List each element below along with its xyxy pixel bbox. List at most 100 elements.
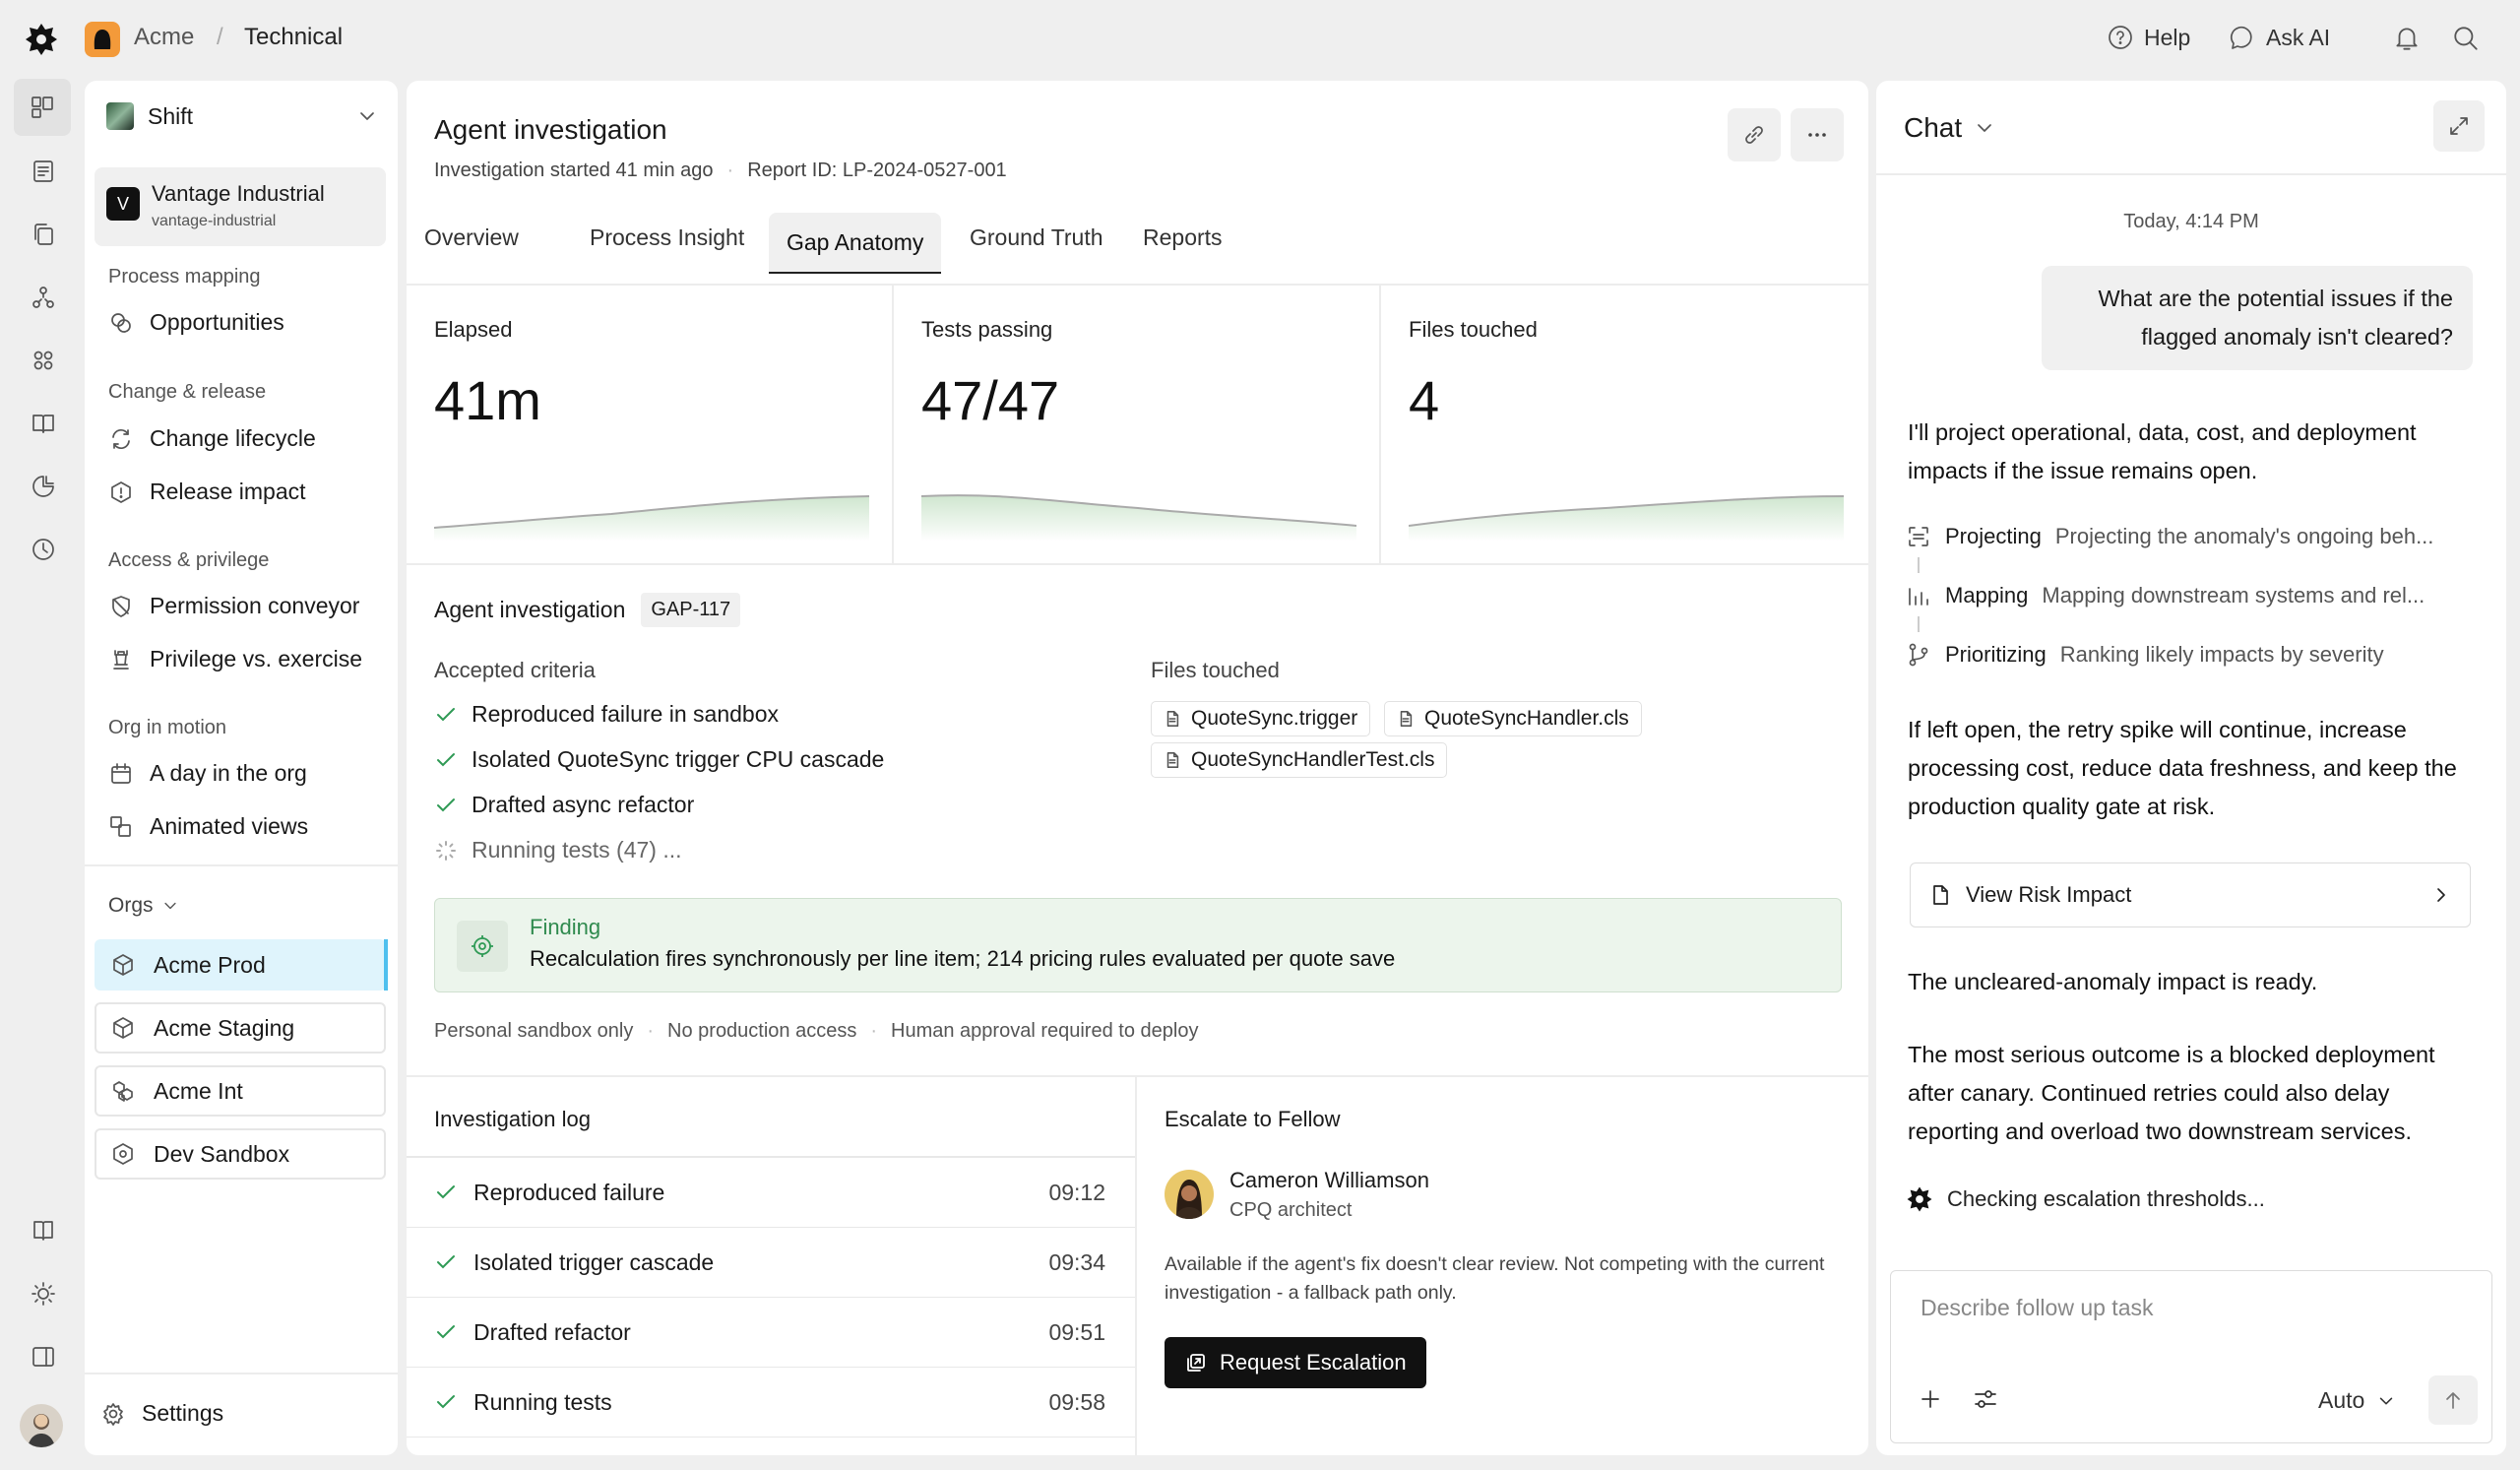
rail-copy-icon[interactable] bbox=[26, 217, 61, 252]
rail-dashboard-icon[interactable] bbox=[14, 79, 71, 136]
file-chip[interactable]: QuoteSyncHandler.cls bbox=[1384, 701, 1642, 736]
rail-list-icon[interactable] bbox=[26, 154, 61, 189]
constraint-text: Human approval required to deploy bbox=[891, 1020, 1199, 1042]
rail-sun-icon[interactable] bbox=[26, 1276, 61, 1311]
tab-ground-truth[interactable]: Ground Truth bbox=[952, 209, 1121, 266]
file-chip[interactable]: QuoteSyncHandlerTest.cls bbox=[1151, 742, 1448, 778]
expand-button[interactable] bbox=[2433, 100, 2485, 152]
rail-apps-icon[interactable] bbox=[26, 343, 61, 378]
orgs-toggle[interactable]: Orgs bbox=[108, 894, 179, 918]
chevron-right-icon bbox=[2430, 884, 2452, 906]
escalate-icon bbox=[1184, 1351, 1208, 1374]
account-avatar: V bbox=[106, 187, 140, 221]
sliders-icon[interactable] bbox=[1972, 1385, 1999, 1413]
package-icon bbox=[110, 1141, 136, 1167]
tab-gap-anatomy[interactable]: Gap Anatomy bbox=[769, 213, 942, 274]
divider bbox=[1135, 1077, 1137, 1455]
rail-network-icon[interactable] bbox=[26, 280, 61, 315]
chat-title-dropdown[interactable]: Chat bbox=[1904, 112, 1995, 144]
account-name: Vantage Industrial bbox=[152, 181, 325, 206]
org-item-acme-staging[interactable]: Acme Staging bbox=[94, 1002, 386, 1054]
arrow-up-icon bbox=[2441, 1388, 2465, 1412]
check-icon bbox=[434, 794, 458, 817]
workspace-switcher[interactable]: Shift bbox=[106, 102, 378, 130]
log-label: Running tests bbox=[473, 1388, 612, 1415]
request-escalation-button[interactable]: Request Escalation bbox=[1165, 1337, 1426, 1388]
nav-opportunities[interactable]: Opportunities bbox=[108, 309, 284, 336]
org-item-dev-sandbox[interactable]: Dev Sandbox bbox=[94, 1128, 386, 1180]
follow-up-input[interactable]: Describe follow up task bbox=[1921, 1295, 2154, 1321]
tab-overview[interactable]: Overview bbox=[407, 209, 536, 266]
tab-process-insight[interactable]: Process Insight bbox=[572, 209, 762, 266]
plus-icon[interactable] bbox=[1917, 1385, 1944, 1413]
file-chip[interactable]: QuoteSync.trigger bbox=[1151, 701, 1371, 736]
check-icon bbox=[434, 748, 458, 772]
chevron-down-icon bbox=[1974, 117, 1995, 139]
rail-panel-icon[interactable] bbox=[26, 1339, 61, 1374]
step-label: Prioritizing bbox=[1945, 642, 2047, 667]
user-avatar[interactable] bbox=[20, 1404, 63, 1447]
nav-release-impact[interactable]: Release impact bbox=[108, 479, 306, 505]
mode-select[interactable]: Auto bbox=[2318, 1387, 2396, 1414]
help-button[interactable]: Help bbox=[2107, 24, 2190, 51]
started-text: Investigation started 41 min ago bbox=[434, 160, 714, 181]
nav-day-in-org[interactable]: A day in the org bbox=[108, 760, 307, 787]
escalate-name: Cameron Williamson bbox=[1229, 1168, 1429, 1192]
ask-ai-button[interactable]: Ask AI bbox=[2229, 24, 2330, 51]
settings-button[interactable]: Settings bbox=[100, 1400, 223, 1427]
nav-privilege-exercise[interactable]: Privilege vs. exercise bbox=[108, 646, 362, 672]
chat-timestamp: Today, 4:14 PM bbox=[2123, 211, 2259, 232]
breadcrumb-section[interactable]: Technical bbox=[244, 24, 343, 51]
criteria-text: Isolated QuoteSync trigger CPU cascade bbox=[472, 746, 885, 772]
meta-separator: · bbox=[647, 1020, 655, 1042]
log-title: Investigation log bbox=[434, 1107, 591, 1131]
nav-change-lifecycle[interactable]: Change lifecycle bbox=[108, 425, 316, 452]
search-icon[interactable] bbox=[2451, 24, 2481, 53]
send-button[interactable] bbox=[2428, 1375, 2478, 1425]
bell-icon[interactable] bbox=[2392, 24, 2422, 53]
chevron-down-icon bbox=[161, 897, 179, 915]
org-item-acme-int[interactable]: Acme Int bbox=[94, 1065, 386, 1117]
files-sparkline bbox=[1409, 495, 1844, 542]
breadcrumb-org[interactable]: Acme bbox=[134, 24, 194, 51]
log-time: 09:58 bbox=[1048, 1388, 1105, 1415]
link-button[interactable] bbox=[1728, 108, 1781, 161]
active-indicator bbox=[384, 939, 388, 991]
constraints: Personal sandbox only · No production ac… bbox=[434, 1020, 1198, 1043]
section-access-privilege: Access & privilege bbox=[108, 549, 270, 571]
rail-docs-icon[interactable] bbox=[26, 1213, 61, 1248]
nav-permission-conveyor[interactable]: Permission conveyor bbox=[108, 593, 359, 619]
step-detail: Mapping downstream systems and rel... bbox=[2042, 583, 2426, 607]
investigation-meta: Investigation started 41 min ago · Repor… bbox=[434, 160, 1007, 182]
tab-reports[interactable]: Reports bbox=[1125, 209, 1240, 266]
git-branch-icon bbox=[1906, 642, 1931, 668]
rail-book-icon[interactable] bbox=[26, 406, 61, 441]
chat-title: Chat bbox=[1904, 112, 1963, 143]
stat-value: 4 bbox=[1409, 369, 1440, 431]
more-button[interactable] bbox=[1791, 108, 1844, 161]
workspace-name: Shift bbox=[148, 102, 194, 129]
escalate-role: CPQ architect bbox=[1229, 1199, 1353, 1221]
org-item-acme-prod[interactable]: Acme Prod bbox=[94, 939, 386, 991]
rail-pie-chart-icon[interactable] bbox=[26, 469, 61, 504]
tests-sparkline bbox=[921, 494, 1356, 542]
view-risk-impact-card[interactable]: View Risk Impact bbox=[1910, 863, 2471, 927]
chat-bubble-icon bbox=[2229, 24, 2256, 51]
settings-label: Settings bbox=[142, 1400, 224, 1426]
gap-badge: GAP-117 bbox=[641, 593, 741, 627]
nav-animated-views[interactable]: Animated views bbox=[108, 813, 308, 840]
org-logo-icon[interactable] bbox=[85, 22, 120, 57]
app-logo-icon[interactable] bbox=[24, 22, 59, 57]
file-name: QuoteSyncHandler.cls bbox=[1424, 707, 1629, 730]
finding-text: Recalculation fires synchronously per li… bbox=[530, 946, 1396, 971]
criteria-text: Drafted async refactor bbox=[472, 792, 695, 817]
log-label: Isolated trigger cascade bbox=[473, 1248, 715, 1275]
section-title: Agent investigation bbox=[434, 597, 626, 622]
finding-callout: Finding Recalculation fires synchronousl… bbox=[434, 898, 1842, 992]
running-text: Running tests (47) ... bbox=[472, 837, 682, 863]
orgs-label: Orgs bbox=[108, 894, 154, 917]
stat-label: Files touched bbox=[1409, 317, 1538, 342]
nav-label: Opportunities bbox=[150, 309, 284, 335]
rail-clock-icon[interactable] bbox=[26, 532, 61, 567]
account-card[interactable]: V Vantage Industrial vantage-industrial bbox=[94, 167, 386, 246]
